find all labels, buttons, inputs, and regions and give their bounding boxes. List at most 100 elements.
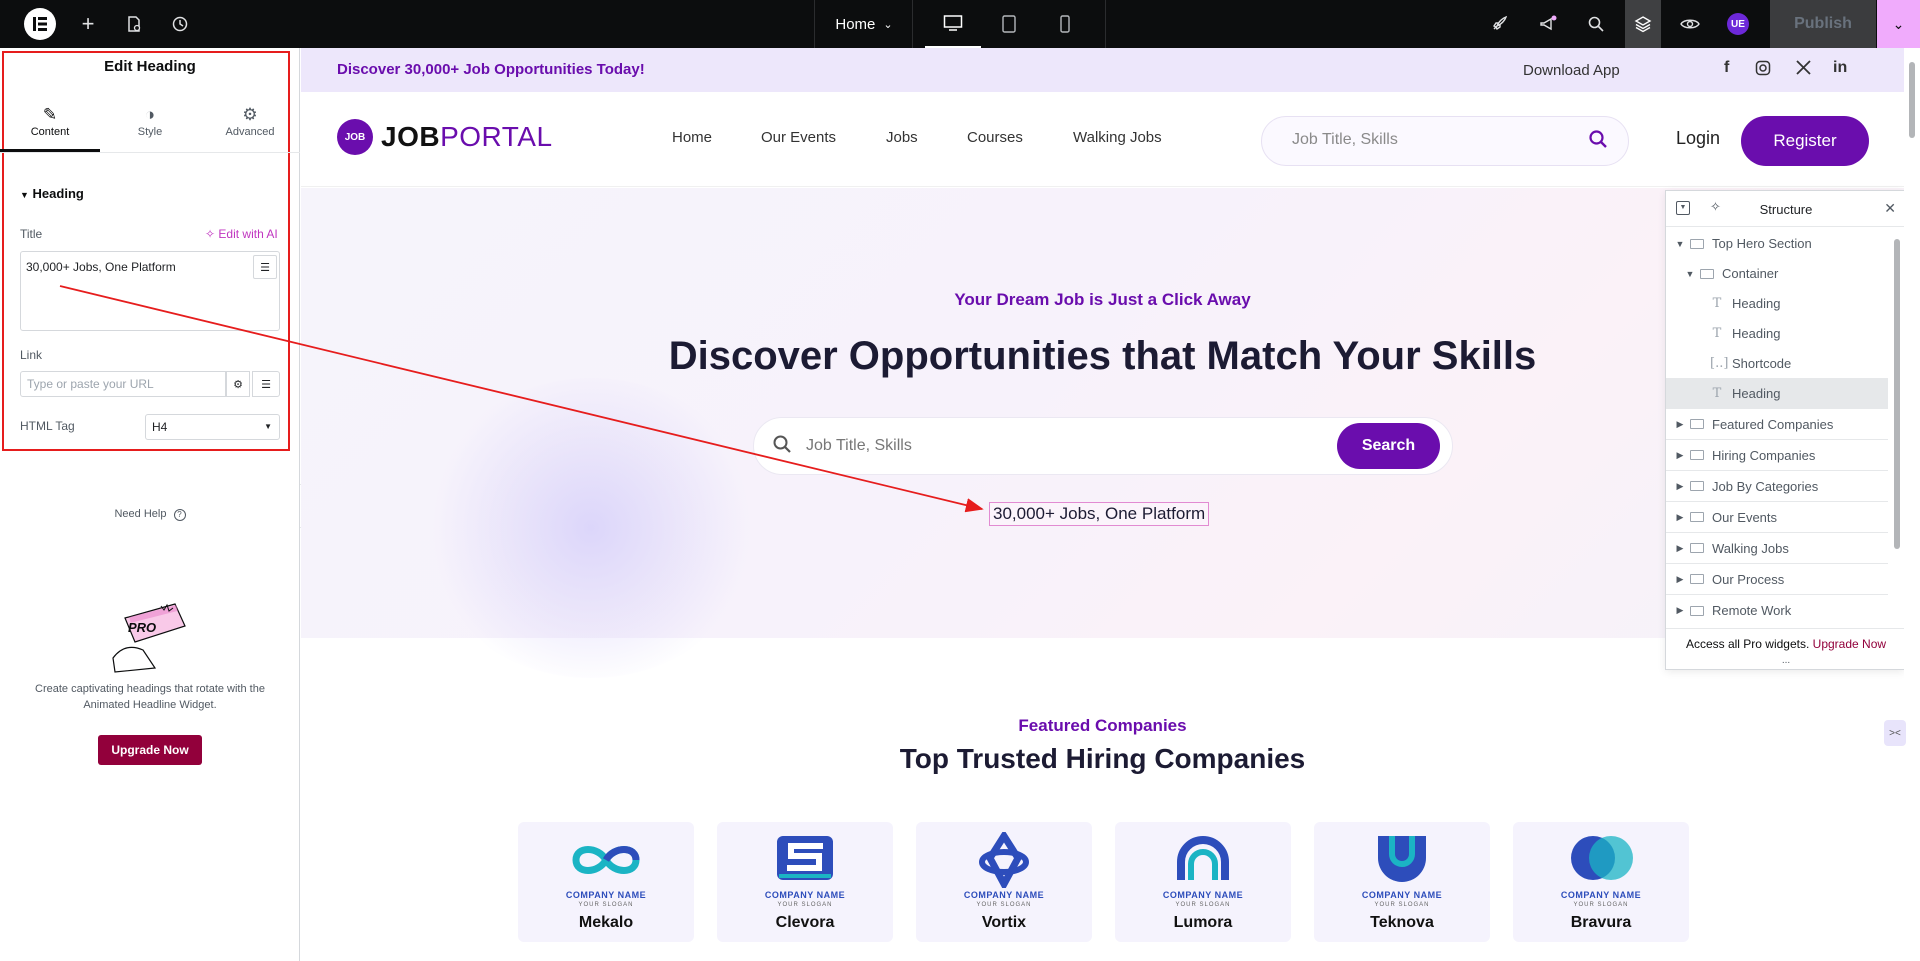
structure-item-remote-work[interactable]: ▶ Remote Work [1666, 595, 1888, 626]
nav-jobs[interactable]: Jobs [886, 129, 918, 146]
structure-upgrade-link[interactable]: Upgrade Now [1813, 637, 1886, 651]
circles-logo-icon [1571, 836, 1633, 880]
structure-item-heading-selected[interactable]: T Heading [1666, 378, 1888, 409]
structure-footer: Access all Pro widgets. Upgrade Now [1666, 628, 1906, 658]
code-toggle-icon[interactable]: >< [1884, 720, 1906, 746]
structure-item-label: Heading [1732, 296, 1781, 311]
page-name: Home [835, 15, 876, 33]
tab-advanced[interactable]: ⚙ Advanced [200, 104, 300, 152]
x-twitter-icon[interactable] [1796, 60, 1811, 80]
link-dynamic-tags-button[interactable]: ☰ [252, 371, 280, 397]
dynamic-tags-button[interactable]: ☰ [253, 255, 277, 279]
html-tag-select[interactable]: H4 ▼ [145, 414, 280, 440]
company-slogan: YOUR SLOGAN [1573, 902, 1629, 908]
link-input[interactable]: Type or paste your URL [20, 371, 226, 397]
structure-item-shortcode[interactable]: [..] Shortcode [1666, 348, 1888, 379]
company-card[interactable]: COMPANY NAME YOUR SLOGAN Bravura [1513, 822, 1689, 942]
company-card[interactable]: COMPANY NAME YOUR SLOGAN Mekalo [518, 822, 694, 942]
canvas-scrollbar[interactable] [1904, 48, 1920, 961]
login-link[interactable]: Login [1676, 128, 1720, 149]
site-logo[interactable]: JOB JOBPORTAL [337, 119, 553, 155]
rocket-icon [1492, 15, 1508, 31]
title-textarea[interactable]: 30,000+ Jobs, One Platform [20, 251, 280, 331]
resize-handle[interactable]: ... [1666, 656, 1906, 666]
section-heading-toggle[interactable]: ▼ Heading [20, 186, 84, 201]
tab-label: Content [30, 126, 70, 138]
elementor-logo-button[interactable] [24, 8, 56, 40]
need-help-label: Need Help [114, 508, 167, 520]
notifications-button[interactable] [1530, 0, 1566, 48]
heading-icon: T [1712, 386, 1722, 401]
page-settings-button[interactable] [114, 0, 154, 48]
page-settings-icon [128, 16, 141, 32]
linkedin-icon[interactable]: in [1833, 59, 1847, 77]
tablet-view-button[interactable] [981, 0, 1037, 48]
tab-label: Style [137, 126, 163, 138]
user-account-button[interactable]: UE [1720, 0, 1756, 48]
mobile-icon [1060, 15, 1070, 33]
mobile-view-button[interactable] [1037, 0, 1093, 48]
structure-item-heading[interactable]: T Heading [1666, 318, 1888, 349]
structure-item-heading[interactable]: T Heading [1666, 288, 1888, 319]
company-label: COMPANY NAME [963, 890, 1045, 900]
launch-button[interactable] [1481, 0, 1517, 48]
publish-button[interactable]: Publish [1770, 0, 1876, 48]
search-icon[interactable] [1588, 129, 1608, 155]
hero-search-bar[interactable]: Job Title, Skills Search [753, 417, 1453, 475]
close-icon[interactable]: ✕ [1884, 200, 1896, 217]
infinity-logo-icon [572, 846, 640, 874]
history-button[interactable] [160, 0, 200, 48]
selected-heading-tagline[interactable]: 30,000+ Jobs, One Platform [989, 502, 1210, 526]
header-search-input[interactable]: Job Title, Skills [1261, 116, 1629, 166]
structure-item-top-hero-section[interactable]: ▼ Top Hero Section [1666, 228, 1888, 259]
editor-panel: Edit Heading ✎ Content ◑ Style ⚙ Advance… [0, 48, 300, 961]
need-help-link[interactable]: Need Help ? [0, 508, 300, 521]
structure-item-label: Job By Categories [1712, 478, 1819, 494]
structure-scrollbar[interactable] [1894, 239, 1900, 549]
instagram-icon[interactable] [1755, 60, 1771, 81]
nav-courses[interactable]: Courses [967, 129, 1023, 146]
heading-icon: T [1712, 326, 1722, 341]
chevron-down-icon: ⌄ [883, 18, 893, 31]
company-card[interactable]: COMPANY NAME YOUR SLOGAN Clevora [717, 822, 893, 942]
nav-home[interactable]: Home [672, 129, 712, 146]
structure-item-label: Heading [1732, 326, 1781, 341]
facebook-icon[interactable]: f [1724, 59, 1729, 77]
tab-content[interactable]: ✎ Content [0, 104, 100, 152]
canvas-scroll-thumb[interactable] [1909, 62, 1915, 138]
structure-item-hiring-companies[interactable]: ▶ Hiring Companies [1666, 440, 1888, 471]
structure-item-our-process[interactable]: ▶ Our Process [1666, 564, 1888, 595]
add-element-button[interactable]: + [68, 0, 108, 48]
company-card[interactable]: COMPANY NAME YOUR SLOGAN Teknova [1314, 822, 1490, 942]
tab-style[interactable]: ◑ Style [100, 104, 200, 152]
publish-options-button[interactable]: ⌄ [1877, 0, 1920, 48]
structure-toggle-button[interactable] [1625, 0, 1661, 48]
company-card[interactable]: COMPANY NAME YOUR SLOGAN Vortix [916, 822, 1092, 942]
finder-button[interactable] [1578, 0, 1614, 48]
hero-search-button[interactable]: Search [1337, 423, 1440, 469]
nav-walking-jobs[interactable]: Walking Jobs [1073, 129, 1162, 146]
structure-item-our-events[interactable]: ▶ Our Events [1666, 502, 1888, 533]
page-switcher[interactable]: Home ⌄ [816, 0, 912, 48]
s-letter-logo-icon [777, 836, 833, 880]
structure-item-label: Hiring Companies [1712, 447, 1816, 463]
hero-decoration [421, 378, 761, 678]
caret-down-icon: ▼ [1675, 238, 1685, 249]
structure-item-job-by-categories[interactable]: ▶ Job By Categories [1666, 471, 1888, 502]
nav-our-events[interactable]: Our Events [761, 129, 836, 146]
link-options-button[interactable]: ⚙ [226, 371, 250, 397]
desktop-view-button[interactable] [925, 0, 981, 48]
structure-item-walking-jobs[interactable]: ▶ Walking Jobs [1666, 533, 1888, 564]
elementor-logo-icon [33, 17, 47, 31]
structure-item-featured-companies[interactable]: ▶ Featured Companies [1666, 409, 1888, 440]
company-name: Bravura [1570, 914, 1632, 931]
shield-u-logo-icon [1378, 836, 1426, 882]
company-slogan: YOUR SLOGAN [1374, 902, 1430, 908]
upgrade-now-button[interactable]: Upgrade Now [98, 735, 202, 765]
download-app-link[interactable]: Download App [1523, 62, 1620, 79]
preview-button[interactable] [1672, 0, 1708, 48]
company-card[interactable]: COMPANY NAME YOUR SLOGAN Lumora [1115, 822, 1291, 942]
edit-with-ai-link[interactable]: ✧ Edit with AI [205, 227, 278, 241]
register-button[interactable]: Register [1741, 116, 1869, 166]
structure-item-container[interactable]: ▼ Container [1666, 258, 1888, 289]
